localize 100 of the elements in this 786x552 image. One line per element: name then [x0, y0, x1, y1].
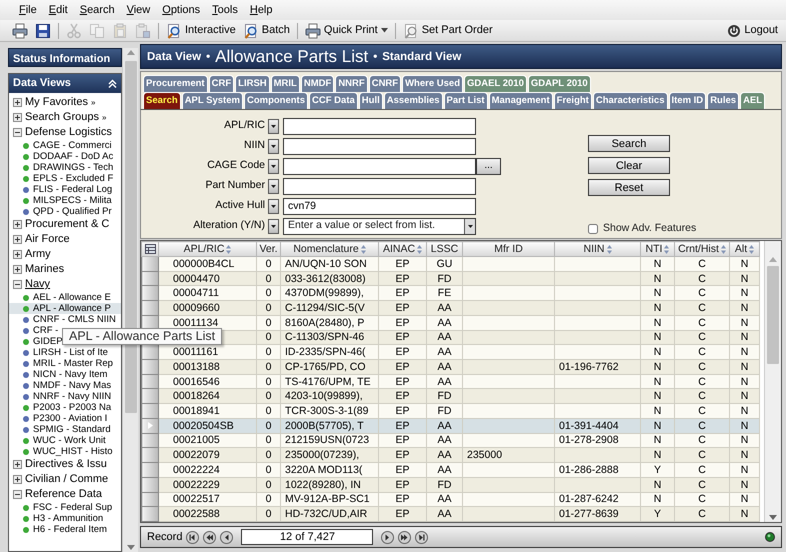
tree-item-label: CAGE - Commerci — [33, 140, 112, 151]
table-cell: C — [674, 418, 730, 434]
table-cell: N — [730, 330, 760, 345]
table-cell: EP — [378, 256, 426, 272]
table-cell: C-11303/SPN-46 — [280, 330, 378, 345]
table-cell: 00022229 — [158, 477, 256, 492]
field-label: APL/RIC — [223, 118, 266, 134]
tree-item-label: LIRSH - List of Ite — [33, 347, 108, 358]
table-cell: N — [640, 404, 674, 418]
table-cell: FD — [426, 404, 462, 418]
tree-item-label: DODAAF - DoD Ac — [33, 151, 114, 162]
table-cell: N — [730, 344, 760, 360]
table-cell: N — [730, 462, 760, 478]
table-cell: 1022(89280), IN — [280, 477, 378, 492]
table-cell: C — [674, 344, 730, 360]
table-cell: N — [640, 256, 674, 272]
tree-item-label: SPMIG - Standard — [33, 424, 111, 435]
table-cell: 00021005 — [158, 433, 256, 448]
tree-item-label: WUC - Work Unit — [33, 435, 106, 446]
tree-item-label: MRIL - Master Rep — [33, 358, 113, 369]
table-cell: N — [730, 448, 760, 463]
table-cell: ID-2335/SPN-46( — [280, 344, 378, 360]
table-cell: EP — [378, 315, 426, 330]
table-cell: C — [674, 477, 730, 492]
table-cell: C — [674, 462, 730, 478]
table-cell: 2000B(57705), T — [280, 418, 378, 434]
table-cell: 212159USN(0723 — [280, 433, 378, 448]
table-cell: N — [730, 418, 760, 434]
table-cell: N — [730, 492, 760, 507]
table-cell: N — [730, 256, 760, 272]
table-cell: AA — [426, 448, 462, 463]
tree-item-label: NMDF - Navy Mas — [33, 380, 112, 391]
table-cell: N — [730, 477, 760, 492]
table-cell: N — [730, 388, 760, 404]
table-cell: N — [640, 374, 674, 389]
table-cell: N — [640, 388, 674, 404]
tree-item-label: APL - Allowance P — [33, 303, 111, 314]
table-cell: N — [640, 448, 674, 463]
field-label: Active Hull — [214, 198, 266, 214]
table-cell: N — [640, 286, 674, 301]
view-title: Allowance Parts List — [215, 46, 368, 68]
table-cell: Y — [640, 462, 674, 478]
table-cell: N — [730, 360, 760, 374]
table-cell: 00004711 — [158, 286, 256, 301]
table-cell: 033-3612(83008) — [280, 271, 378, 286]
table-cell: AA — [426, 433, 462, 448]
tree-item-label: H3 - Ammunition — [33, 513, 104, 524]
tree-item-label: GIDEP — [33, 336, 63, 347]
view-title: Standard View — [382, 50, 462, 66]
table-cell: 01-196-7762 — [554, 360, 640, 374]
table-cell: EP — [378, 344, 426, 360]
table-cell: C — [674, 271, 730, 286]
table-cell: N — [640, 315, 674, 330]
table-cell: C — [674, 433, 730, 448]
table-cell: EP — [378, 448, 426, 463]
tree-item-label: AEL - Allowance E — [33, 292, 111, 303]
table-cell: AA — [426, 344, 462, 360]
table-cell: Y — [640, 506, 674, 522]
table-cell: 8160A(28480), P — [280, 315, 378, 330]
table-cell: AA — [426, 360, 462, 374]
table-cell: C — [674, 506, 730, 522]
table-cell: C-11294/SIC-5(V — [280, 300, 378, 316]
table-cell: 00022079 — [158, 448, 256, 463]
table-cell: C — [674, 448, 730, 463]
tree-item-label: CNRF - CMLS NIIN — [33, 314, 116, 325]
table-cell: EP — [378, 360, 426, 374]
table-cell: MV-912A-BP-SC1 — [280, 492, 378, 507]
tree-item-label: CRF - — [33, 325, 58, 336]
table-cell: C — [674, 300, 730, 316]
field-label: Alteration (Y/N) — [192, 218, 266, 234]
table-cell: EP — [378, 506, 426, 522]
table-cell: 4203-10(99899), — [280, 388, 378, 404]
tooltip: APL - Allowance Parts List — [62, 328, 222, 345]
table-cell: N — [640, 271, 674, 286]
table-cell: N — [640, 360, 674, 374]
table-cell: AA — [426, 374, 462, 389]
table-cell: EP — [378, 418, 426, 434]
table-cell: 01-286-2888 — [554, 462, 640, 478]
separator-dot: • — [373, 50, 378, 66]
field-label: NIIN — [243, 138, 266, 154]
table-cell: 00016546 — [158, 374, 256, 389]
table-cell: 235000(07239), — [280, 448, 378, 463]
table-cell: AA — [426, 418, 462, 434]
tree-item-label: NICN - Navy Item — [33, 369, 108, 380]
table-cell: AA — [426, 300, 462, 316]
table-cell: EP — [378, 462, 426, 478]
table-cell: 01-287-6242 — [554, 492, 640, 507]
table-cell: HD-732C/UD,AIR — [280, 506, 378, 522]
table-cell: N — [640, 477, 674, 492]
table-cell: AN/UQN-10 SON — [280, 256, 378, 272]
table-cell: 4370DM(99899), — [280, 286, 378, 301]
table-cell: EP — [378, 477, 426, 492]
table-cell: EP — [378, 492, 426, 507]
tree-item-label: QPD - Qualified Pr — [33, 206, 112, 217]
table-cell: C — [674, 330, 730, 345]
table-cell: C — [674, 286, 730, 301]
table-cell: EP — [378, 286, 426, 301]
field-label: Part Number — [204, 178, 266, 194]
table-cell: C — [674, 360, 730, 374]
table-cell: TCR-300S-3-1(89 — [280, 404, 378, 418]
